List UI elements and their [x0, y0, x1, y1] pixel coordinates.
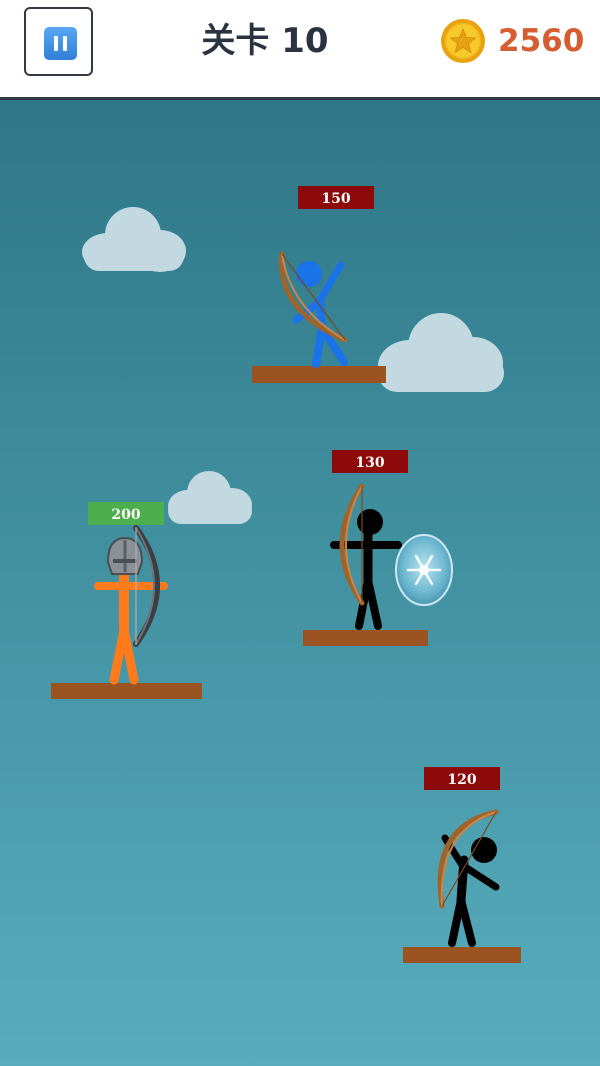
platform	[403, 947, 521, 963]
helmet-icon	[106, 536, 144, 575]
pause-button[interactable]	[24, 7, 93, 76]
platform	[303, 630, 428, 646]
pause-icon	[44, 27, 77, 60]
svg-text:200: 200	[111, 507, 140, 523]
platform	[51, 683, 202, 699]
svg-text:150: 150	[321, 191, 350, 207]
coin-count: 2560	[498, 23, 585, 59]
game-scene[interactable]: 150 130 120 200	[0, 100, 600, 1066]
enemy-health-bar: 130	[332, 450, 408, 473]
svg-text:130: 130	[355, 455, 384, 471]
enemy-health-bar: 150	[298, 186, 374, 209]
level-title: 关卡 10	[201, 21, 329, 61]
enemy-health-bar: 120	[424, 767, 500, 790]
ice-shield-icon	[395, 534, 453, 606]
top-bar: 关卡 10 2560	[0, 0, 600, 100]
platform	[252, 366, 386, 383]
star-coin-icon	[441, 19, 485, 63]
svg-text:120: 120	[447, 772, 476, 788]
player-health-bar: 200	[88, 502, 164, 525]
